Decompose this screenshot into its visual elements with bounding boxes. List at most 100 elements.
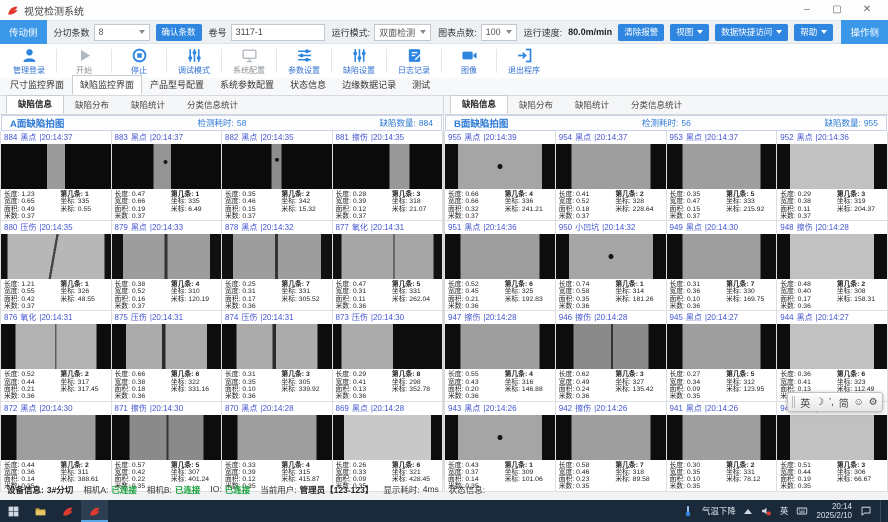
defect-thumbnail[interactable] [222, 234, 332, 279]
ime-simplified-toggle[interactable]: 简 [839, 395, 849, 410]
defect-thumbnail[interactable] [1, 415, 111, 460]
defect-thumbnail[interactable] [556, 415, 666, 460]
defect-cell[interactable]: 882 黑点 |20:14:35 长度: 0.35 宽度: 0.46 面积: 0… [222, 131, 333, 221]
ime-punctuation-toggle[interactable]: ’, [829, 397, 834, 408]
taskbar-clock[interactable]: 20:14 2025/2/10 [816, 502, 852, 521]
defect-thumbnail[interactable] [667, 324, 777, 369]
defect-cell[interactable]: 877 氧化 |20:14:31 长度: 0.47 宽度: 0.31 面积: 0… [333, 221, 444, 311]
defect-cell[interactable]: 940 擦伤 |20:14:26 长度: 0.51 宽度: 0.44 面积: 0… [777, 402, 888, 492]
toolbar-button-params[interactable]: 参数设置 [279, 44, 329, 78]
defect-cell[interactable]: 869 黑点 |20:14:28 长度: 0.26 宽度: 0.33 面积: 0… [333, 402, 444, 492]
defect-thumbnail[interactable] [445, 415, 555, 460]
subtab-0[interactable]: 缺陷信息 [450, 95, 508, 114]
defect-thumbnail[interactable] [777, 415, 887, 460]
defect-thumbnail[interactable] [667, 144, 777, 189]
subtab-1[interactable]: 缺陷分布 [64, 97, 120, 114]
defect-cell[interactable]: 876 氧化 |20:14:31 长度: 0.52 宽度: 0.44 面积: 0… [1, 311, 112, 401]
input-language-indicator[interactable]: 英 [780, 505, 789, 517]
chevron-up-icon[interactable] [744, 509, 752, 514]
defect-thumbnail[interactable] [556, 144, 666, 189]
defect-thumbnail[interactable] [222, 144, 332, 189]
ime-settings-icon[interactable]: ⚙ [869, 397, 878, 408]
defect-cell[interactable]: 881 擦伤 |20:14:35 长度: 0.28 宽度: 0.39 面积: 0… [333, 131, 444, 221]
subtab-2[interactable]: 缺陷统计 [564, 97, 620, 114]
defect-cell[interactable]: 873 压伤 |20:14:30 长度: 0.29 宽度: 0.41 面积: 0… [333, 311, 444, 401]
defect-cell[interactable]: 884 黑点 |20:14:37 长度: 1.23 宽度: 0.65 面积: 0… [1, 131, 112, 221]
file-explorer-button[interactable] [27, 500, 54, 522]
defect-cell[interactable]: 944 黑点 |20:14:27 长度: 0.36 宽度: 0.41 面积: 0… [777, 311, 888, 401]
defect-thumbnail[interactable] [1, 324, 111, 369]
maximize-button[interactable]: ▢ [822, 0, 852, 20]
subtab-1[interactable]: 缺陷分布 [508, 97, 564, 114]
start-button[interactable] [0, 500, 27, 522]
defect-thumbnail[interactable] [556, 234, 666, 279]
toolbar-button-user[interactable]: 管理登录 [4, 44, 54, 78]
show-desktop-strip[interactable] [880, 500, 884, 522]
main-tab-3[interactable]: 系统参数配置 [212, 75, 282, 95]
main-tab-2[interactable]: 产品型号配置 [142, 75, 212, 95]
chart-points-select[interactable]: 100 [481, 24, 517, 41]
defect-cell[interactable]: 941 黑点 |20:14:26 长度: 0.30 宽度: 0.35 面积: 0… [667, 402, 778, 492]
defect-thumbnail[interactable] [445, 234, 555, 279]
toolbar-button-debug[interactable]: 调试模式 [169, 44, 219, 78]
defect-thumbnail[interactable] [777, 324, 887, 369]
toolbar-button-play[interactable]: 开始 [59, 44, 109, 78]
confirm-count-button[interactable]: 确认条数 [156, 24, 202, 41]
help-menu-button[interactable]: 帮助 [794, 24, 833, 41]
defect-thumbnail[interactable] [112, 324, 222, 369]
main-tab-5[interactable]: 边缘数据记录 [334, 75, 404, 95]
strip-count-select[interactable]: 8 [94, 24, 150, 41]
main-tab-1[interactable]: 缺陷监控界面 [72, 75, 142, 95]
defect-cell[interactable]: 951 黑点 |20:14:36 长度: 0.52 宽度: 0.45 面积: 0… [445, 221, 556, 311]
toolbar-button-exit[interactable]: 退出程序 [499, 44, 549, 78]
view-menu-button[interactable]: 视图 [670, 24, 709, 41]
defect-cell[interactable]: 943 黑点 |20:14:26 长度: 0.43 宽度: 0.37 面积: 0… [445, 402, 556, 492]
defect-thumbnail[interactable] [667, 234, 777, 279]
ime-night-mode-icon[interactable]: ☽ [815, 397, 824, 408]
toolbar-button-stop[interactable]: 停止 [114, 44, 164, 78]
defect-cell[interactable]: 878 黑点 |20:14:32 长度: 0.25 宽度: 0.31 面积: 0… [222, 221, 333, 311]
defect-cell[interactable]: 871 擦伤 |20:14:30 长度: 0.57 宽度: 0.42 面积: 0… [112, 402, 223, 492]
defect-thumbnail[interactable] [445, 144, 555, 189]
defect-cell[interactable]: 952 黑点 |20:14:36 长度: 0.29 宽度: 0.38 面积: 0… [777, 131, 888, 221]
defect-thumbnail[interactable] [222, 324, 332, 369]
operator-side-button[interactable]: 操作侧 [841, 20, 888, 44]
defect-cell[interactable]: 953 黑点 |20:14:37 长度: 0.35 宽度: 0.47 面积: 0… [667, 131, 778, 221]
toolbar-button-monitor[interactable]: 系统配置 [224, 44, 274, 78]
toolbar-button-camera[interactable]: 图像 [444, 44, 494, 78]
defect-thumbnail[interactable] [333, 324, 443, 369]
defect-cell[interactable]: 942 擦伤 |20:14:26 长度: 0.58 宽度: 0.46 面积: 0… [556, 402, 667, 492]
defect-cell[interactable]: 880 压伤 |20:14:35 长度: 1.21 宽度: 0.55 面积: 0… [1, 221, 112, 311]
main-tab-4[interactable]: 状态信息 [282, 75, 334, 95]
defect-cell[interactable]: 875 压伤 |20:14:31 长度: 0.66 宽度: 0.38 面积: 0… [112, 311, 223, 401]
subtab-3[interactable]: 分类信息统计 [620, 97, 693, 114]
defect-thumbnail[interactable] [333, 144, 443, 189]
defect-cell[interactable]: 879 黑点 |20:14:33 长度: 0.38 宽度: 0.52 面积: 0… [112, 221, 223, 311]
defect-cell[interactable]: 874 压伤 |20:14:31 长度: 0.31 宽度: 0.35 面积: 0… [222, 311, 333, 401]
subtab-2[interactable]: 缺陷统计 [120, 97, 176, 114]
subtab-0[interactable]: 缺陷信息 [6, 95, 64, 114]
data-quick-access-button[interactable]: 数据快捷访问 [715, 24, 788, 41]
drive-side-button[interactable]: 传动侧 [0, 20, 47, 44]
defect-cell[interactable]: 945 黑点 |20:14:27 长度: 0.27 宽度: 0.34 面积: 0… [667, 311, 778, 401]
defect-cell[interactable]: 954 黑点 |20:14:37 长度: 0.41 宽度: 0.52 面积: 0… [556, 131, 667, 221]
defect-thumbnail[interactable] [112, 234, 222, 279]
keyboard-tray-icon[interactable] [796, 505, 808, 517]
minimize-button[interactable]: – [792, 0, 822, 20]
defect-cell[interactable]: 872 黑点 |20:14:30 长度: 0.44 宽度: 0.36 面积: 0… [1, 402, 112, 492]
defect-thumbnail[interactable] [112, 415, 222, 460]
defect-thumbnail[interactable] [222, 415, 332, 460]
defect-cell[interactable]: 948 擦伤 |20:14:28 长度: 0.48 宽度: 0.40 面积: 0… [777, 221, 888, 311]
defect-thumbnail[interactable] [445, 324, 555, 369]
defect-thumbnail[interactable] [333, 234, 443, 279]
defect-cell[interactable]: 946 擦伤 |20:14:28 长度: 0.62 宽度: 0.49 面积: 0… [556, 311, 667, 401]
defect-cell[interactable]: 955 黑点 |20:14:39 长度: 0.66 宽度: 0.66 面积: 0… [445, 131, 556, 221]
ime-drag-handle[interactable] [792, 396, 795, 408]
defect-thumbnail[interactable] [1, 234, 111, 279]
subtab-3[interactable]: 分类信息统计 [176, 97, 249, 114]
weather-text[interactable]: 气温下降 [702, 505, 736, 517]
close-button[interactable]: ✕ [852, 0, 882, 20]
roll-number-input[interactable]: 3117-1 [231, 24, 325, 41]
main-tab-6[interactable]: 测试 [404, 75, 438, 95]
defect-thumbnail[interactable] [333, 415, 443, 460]
